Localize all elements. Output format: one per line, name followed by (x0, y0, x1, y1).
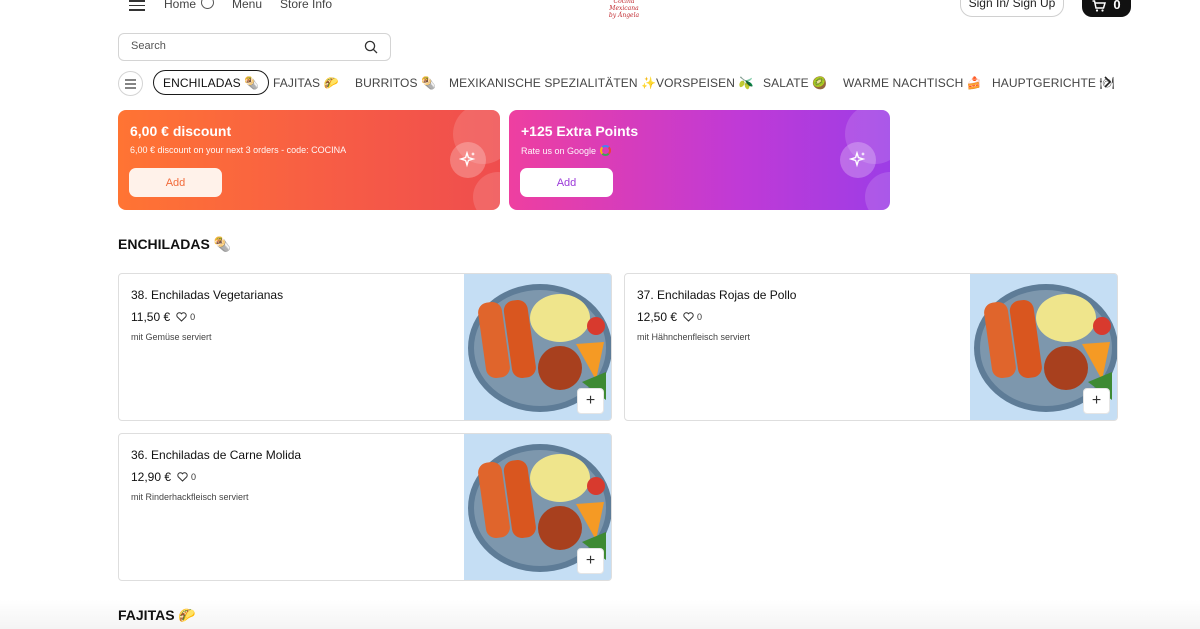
cart-count: 0 (1113, 0, 1121, 12)
like-count: 0 (191, 472, 197, 482)
top-navigation: Home Menu Store Info Cocina Mexicana by … (0, 0, 1200, 20)
product-price: 11,50 € (131, 310, 171, 324)
product-price: 12,50 € (637, 310, 678, 324)
nav-menu-link[interactable]: Menu (232, 0, 262, 11)
heart-icon (683, 312, 694, 322)
product-price-row: 12,90 € 0 (131, 470, 196, 484)
nav-home-link[interactable]: Home (164, 0, 196, 11)
search-icon[interactable] (364, 40, 378, 54)
promo-title: +125 Extra Points (521, 123, 639, 139)
category-tab-vorspeisen[interactable]: VORSPEISEN 🫒 (656, 70, 754, 95)
product-name: 37. Enchiladas Rojas de Pollo (637, 288, 797, 302)
add-to-cart-button[interactable]: + (577, 548, 604, 574)
restaurant-logo[interactable]: Cocina Mexicana by Ángela (598, 0, 650, 19)
promo-subtitle: Rate us on Google (521, 145, 612, 156)
hamburger-icon[interactable] (129, 0, 145, 11)
nav-store-info-link[interactable]: Store Info (280, 0, 332, 11)
product-image: + (970, 274, 1117, 420)
heart-icon (176, 312, 187, 322)
list-icon (125, 78, 136, 89)
category-tab-salate[interactable]: SALATE 🥝 (763, 70, 827, 95)
category-tab-enchiladas[interactable]: ENCHILADAS 🌯 (153, 70, 270, 95)
plus-icon: + (585, 392, 596, 409)
section-title-fajitas: FAJITAS 🌮 (118, 607, 196, 623)
product-card[interactable]: 38. Enchiladas Vegetarianas 11,50 € 0 mi… (118, 273, 612, 421)
like-count: 0 (697, 312, 703, 322)
promo-add-button[interactable]: Add (520, 168, 613, 197)
search-box (118, 33, 391, 61)
product-price-row: 12,50 € 0 (637, 310, 702, 324)
like-button[interactable]: 0 (176, 312, 195, 322)
product-price-row: 11,50 € 0 (131, 310, 195, 324)
logo-line-2: by Ángela (608, 12, 640, 19)
section-title-enchiladas: ENCHILADAS 🌯 (118, 236, 232, 252)
logo-line-1: Cocina Mexicana (609, 0, 639, 12)
promo-add-button[interactable]: Add (129, 168, 222, 197)
category-tab-burritos[interactable]: BURRITOS 🌯 (355, 70, 436, 95)
like-count: 0 (190, 312, 196, 322)
like-button[interactable]: 0 (177, 472, 196, 482)
promo-title: 6,00 € discount (130, 123, 232, 139)
product-description: mit Rinderhackfleisch serviert (131, 492, 249, 502)
product-name: 38. Enchiladas Vegetarianas (131, 288, 284, 302)
search-input[interactable] (131, 40, 351, 52)
product-description: mit Hähnchenfleisch serviert (637, 332, 751, 342)
heart-icon (177, 472, 188, 482)
promo-card-extra-points: +125 Extra Points Rate us on Google Add (509, 110, 890, 210)
promo-card-discount: 6,00 € discount 6,00 € discount on your … (118, 110, 500, 210)
product-image: + (464, 274, 611, 420)
clock-icon (201, 0, 214, 9)
category-menu-button[interactable] (118, 71, 143, 96)
product-card[interactable]: 36. Enchiladas de Carne Molida 12,90 € 0… (118, 433, 612, 581)
like-button[interactable]: 0 (683, 312, 702, 322)
add-to-cart-button[interactable]: + (1083, 388, 1110, 414)
google-icon (600, 145, 612, 156)
decor-circle (865, 172, 890, 210)
category-tab-mexikanische-spezialitaeten[interactable]: MEXIKANISCHE SPEZIALITÄTEN ✨ (449, 70, 656, 95)
promo-subtitle: 6,00 € discount on your next 3 orders - … (130, 145, 347, 155)
product-description: mit Gemüse serviert (131, 332, 212, 342)
sparkle-icon (450, 142, 486, 178)
cart-button[interactable]: 0 (1082, 0, 1131, 17)
plus-icon: + (585, 552, 596, 569)
product-image: + (464, 434, 611, 580)
category-tab-warme-nachtisch[interactable]: WARME NACHTISCH 🍰 (843, 70, 982, 95)
category-tab-fajitas[interactable]: FAJITAS 🌮 (273, 70, 339, 95)
category-tab-hauptgerichte[interactable]: HAUPTGERICHTE 🍽 (992, 70, 1115, 95)
decor-circle (473, 172, 500, 210)
chevron-right-icon[interactable] (1100, 75, 1114, 89)
add-to-cart-button[interactable]: + (577, 388, 604, 414)
product-card[interactable]: 37. Enchiladas Rojas de Pollo 12,50 € 0 … (624, 273, 1118, 421)
product-price: 12,90 € (131, 470, 172, 484)
plus-icon: + (1091, 392, 1102, 409)
sparkle-icon (840, 142, 876, 178)
cart-icon (1092, 0, 1107, 12)
sign-in-button[interactable]: Sign In/ Sign Up (960, 0, 1064, 17)
promo-subtitle-text: Rate us on Google (521, 145, 597, 156)
product-name: 36. Enchiladas de Carne Molida (131, 448, 302, 462)
